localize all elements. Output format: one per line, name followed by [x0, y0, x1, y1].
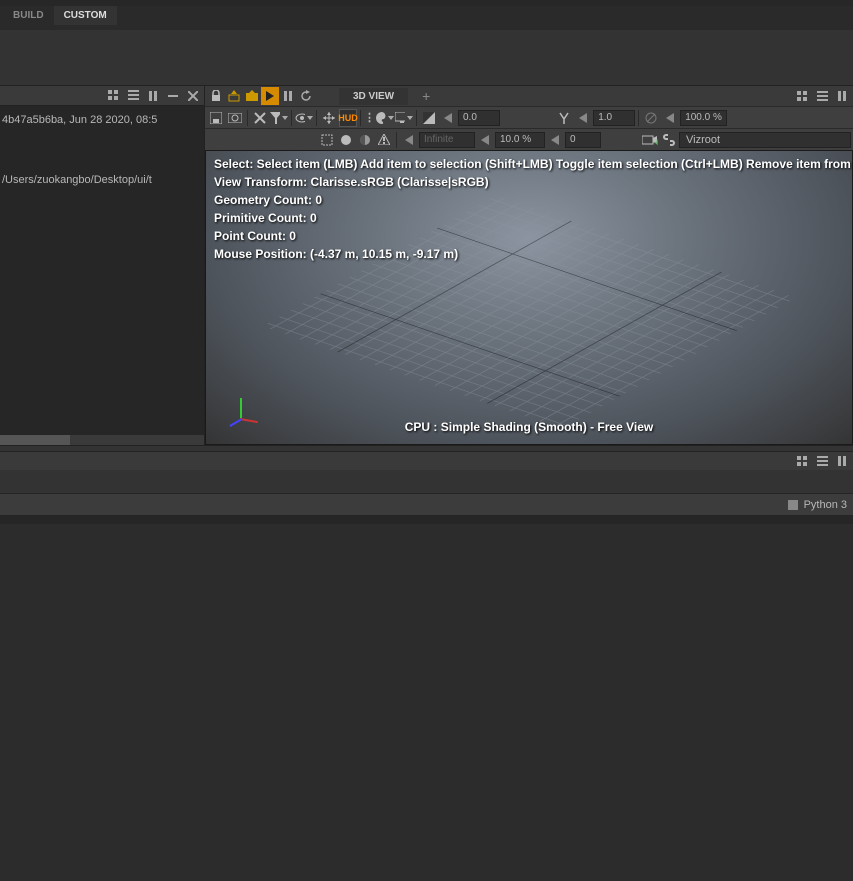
stepper-left-icon[interactable] [439, 109, 457, 127]
tab-build[interactable]: BUILD [3, 6, 54, 25]
pause-icon[interactable] [835, 455, 849, 467]
exposure-icon[interactable] [420, 109, 438, 127]
tab-custom[interactable]: CUSTOM [54, 6, 117, 25]
folder-up-icon[interactable] [243, 87, 261, 105]
viewer-toolbar-2: Infinite 10.0 % 0 + Vizroot [205, 128, 853, 150]
pause-button[interactable] [279, 87, 297, 105]
select-rect-icon[interactable] [318, 131, 336, 149]
console-line [2, 130, 202, 150]
python-panel: Python 3 [0, 452, 853, 881]
list-icon[interactable] [815, 455, 829, 467]
overlay-prim-count: Primitive Count: 0 [214, 211, 317, 225]
svg-text:+: + [654, 137, 658, 146]
minimize-icon[interactable] [166, 90, 180, 102]
header-spacer [0, 30, 853, 85]
stepper-left-icon[interactable] [476, 131, 494, 149]
console-line [2, 150, 202, 170]
hud-toggle[interactable]: HUD [339, 109, 357, 127]
lock-icon[interactable] [207, 87, 225, 105]
workspace-tabs: BUILD CUSTOM [0, 0, 853, 30]
grid-icon[interactable] [795, 455, 809, 467]
console-line: /Users/zuokangbo/Desktop/ui/t [2, 170, 202, 190]
display-icon[interactable] [395, 109, 413, 127]
move-icon[interactable] [320, 109, 338, 127]
console-line: 4b47a5b6ba, Jun 28 2020, 08:5 [2, 110, 202, 130]
stepper-left-icon[interactable] [400, 131, 418, 149]
snapshot-icon[interactable] [226, 109, 244, 127]
gamma-field[interactable]: 1.0 [593, 110, 635, 126]
overlay-view-transform: View Transform: Clarisse.sRGB (Clarisse|… [214, 175, 489, 189]
grid-icon[interactable] [106, 90, 120, 102]
python-toolbar: Python 3 [0, 494, 853, 516]
disable-icon[interactable] [642, 109, 660, 127]
filter-icon[interactable] [270, 109, 288, 127]
overlay-geo-count: Geometry Count: 0 [214, 193, 322, 207]
viewport-3d[interactable]: Select: Select item (LMB) Add item to se… [205, 150, 853, 445]
list-icon[interactable] [815, 90, 829, 102]
overlay-mouse-pos: Mouse Position: (-4.37 m, 10.15 m, -9.17… [214, 247, 458, 261]
save-icon[interactable] [207, 109, 225, 127]
near-pct-field[interactable]: 10.0 % [495, 132, 545, 148]
overlay-select-hint: Select: Select item (LMB) Add item to se… [214, 157, 853, 171]
overlay-render-mode: CPU : Simple Shading (Smooth) - Free Vie… [405, 420, 653, 434]
eye-icon[interactable] [295, 109, 313, 127]
camera-up-icon[interactable] [225, 87, 243, 105]
camera-add-icon[interactable]: + [641, 131, 659, 149]
pause-icon[interactable] [146, 90, 160, 102]
stepper-left-icon[interactable] [546, 131, 564, 149]
scrollbar-thumb[interactable] [0, 435, 70, 445]
tab-3dview[interactable]: 3D VIEW [339, 88, 408, 105]
grid-icon[interactable] [795, 90, 809, 102]
stepper-left-icon[interactable] [574, 109, 592, 127]
python-version-indicator[interactable]: Python 3 [788, 499, 847, 511]
sphere-solid-icon[interactable] [337, 131, 355, 149]
viewer-panel: 3D VIEW + HUD [205, 86, 853, 445]
link-icon[interactable] [660, 131, 678, 149]
grid-plane [262, 195, 795, 429]
axis-gizmo [226, 398, 256, 434]
far-field[interactable]: 0 [565, 132, 601, 148]
python-titlebar [0, 452, 853, 470]
near-clip-field[interactable]: Infinite [419, 132, 475, 148]
overlay-point-count: Point Count: 0 [214, 229, 296, 243]
gamma-icon[interactable] [555, 109, 573, 127]
console-output[interactable]: 4b47a5b6ba, Jun 28 2020, 08:5 /Users/zuo… [0, 106, 204, 435]
pause-icon[interactable] [835, 90, 849, 102]
refresh-icon[interactable] [297, 87, 315, 105]
python-version-label: Python 3 [804, 499, 847, 511]
viewer-toolbar-1: HUD ⋮ 0.0 1.0 100.0 % [205, 106, 853, 128]
console-scrollbar[interactable] [0, 435, 204, 445]
viewer-tabrow: 3D VIEW + [205, 86, 853, 106]
python-icon [788, 500, 798, 510]
horizontal-splitter[interactable] [0, 445, 853, 452]
camera-selector[interactable]: Vizroot [679, 132, 851, 148]
play-button[interactable] [261, 87, 279, 105]
console-panel: 4b47a5b6ba, Jun 28 2020, 08:5 /Users/zuo… [0, 86, 205, 445]
sphere-half-icon[interactable] [356, 131, 374, 149]
close-icon[interactable] [186, 90, 200, 102]
python-tab-area [0, 470, 853, 494]
palette-icon[interactable] [376, 109, 394, 127]
warning-icon[interactable] [375, 131, 393, 149]
add-tab-button[interactable]: + [416, 88, 436, 104]
python-editor[interactable] [0, 516, 853, 881]
console-titlebar [0, 86, 204, 106]
tools-icon[interactable] [251, 109, 269, 127]
zoom-field[interactable]: 100.0 % [680, 110, 727, 126]
list-icon[interactable] [126, 90, 140, 102]
exposure-field[interactable]: 0.0 [458, 110, 500, 126]
stepper-left-icon[interactable] [661, 109, 679, 127]
